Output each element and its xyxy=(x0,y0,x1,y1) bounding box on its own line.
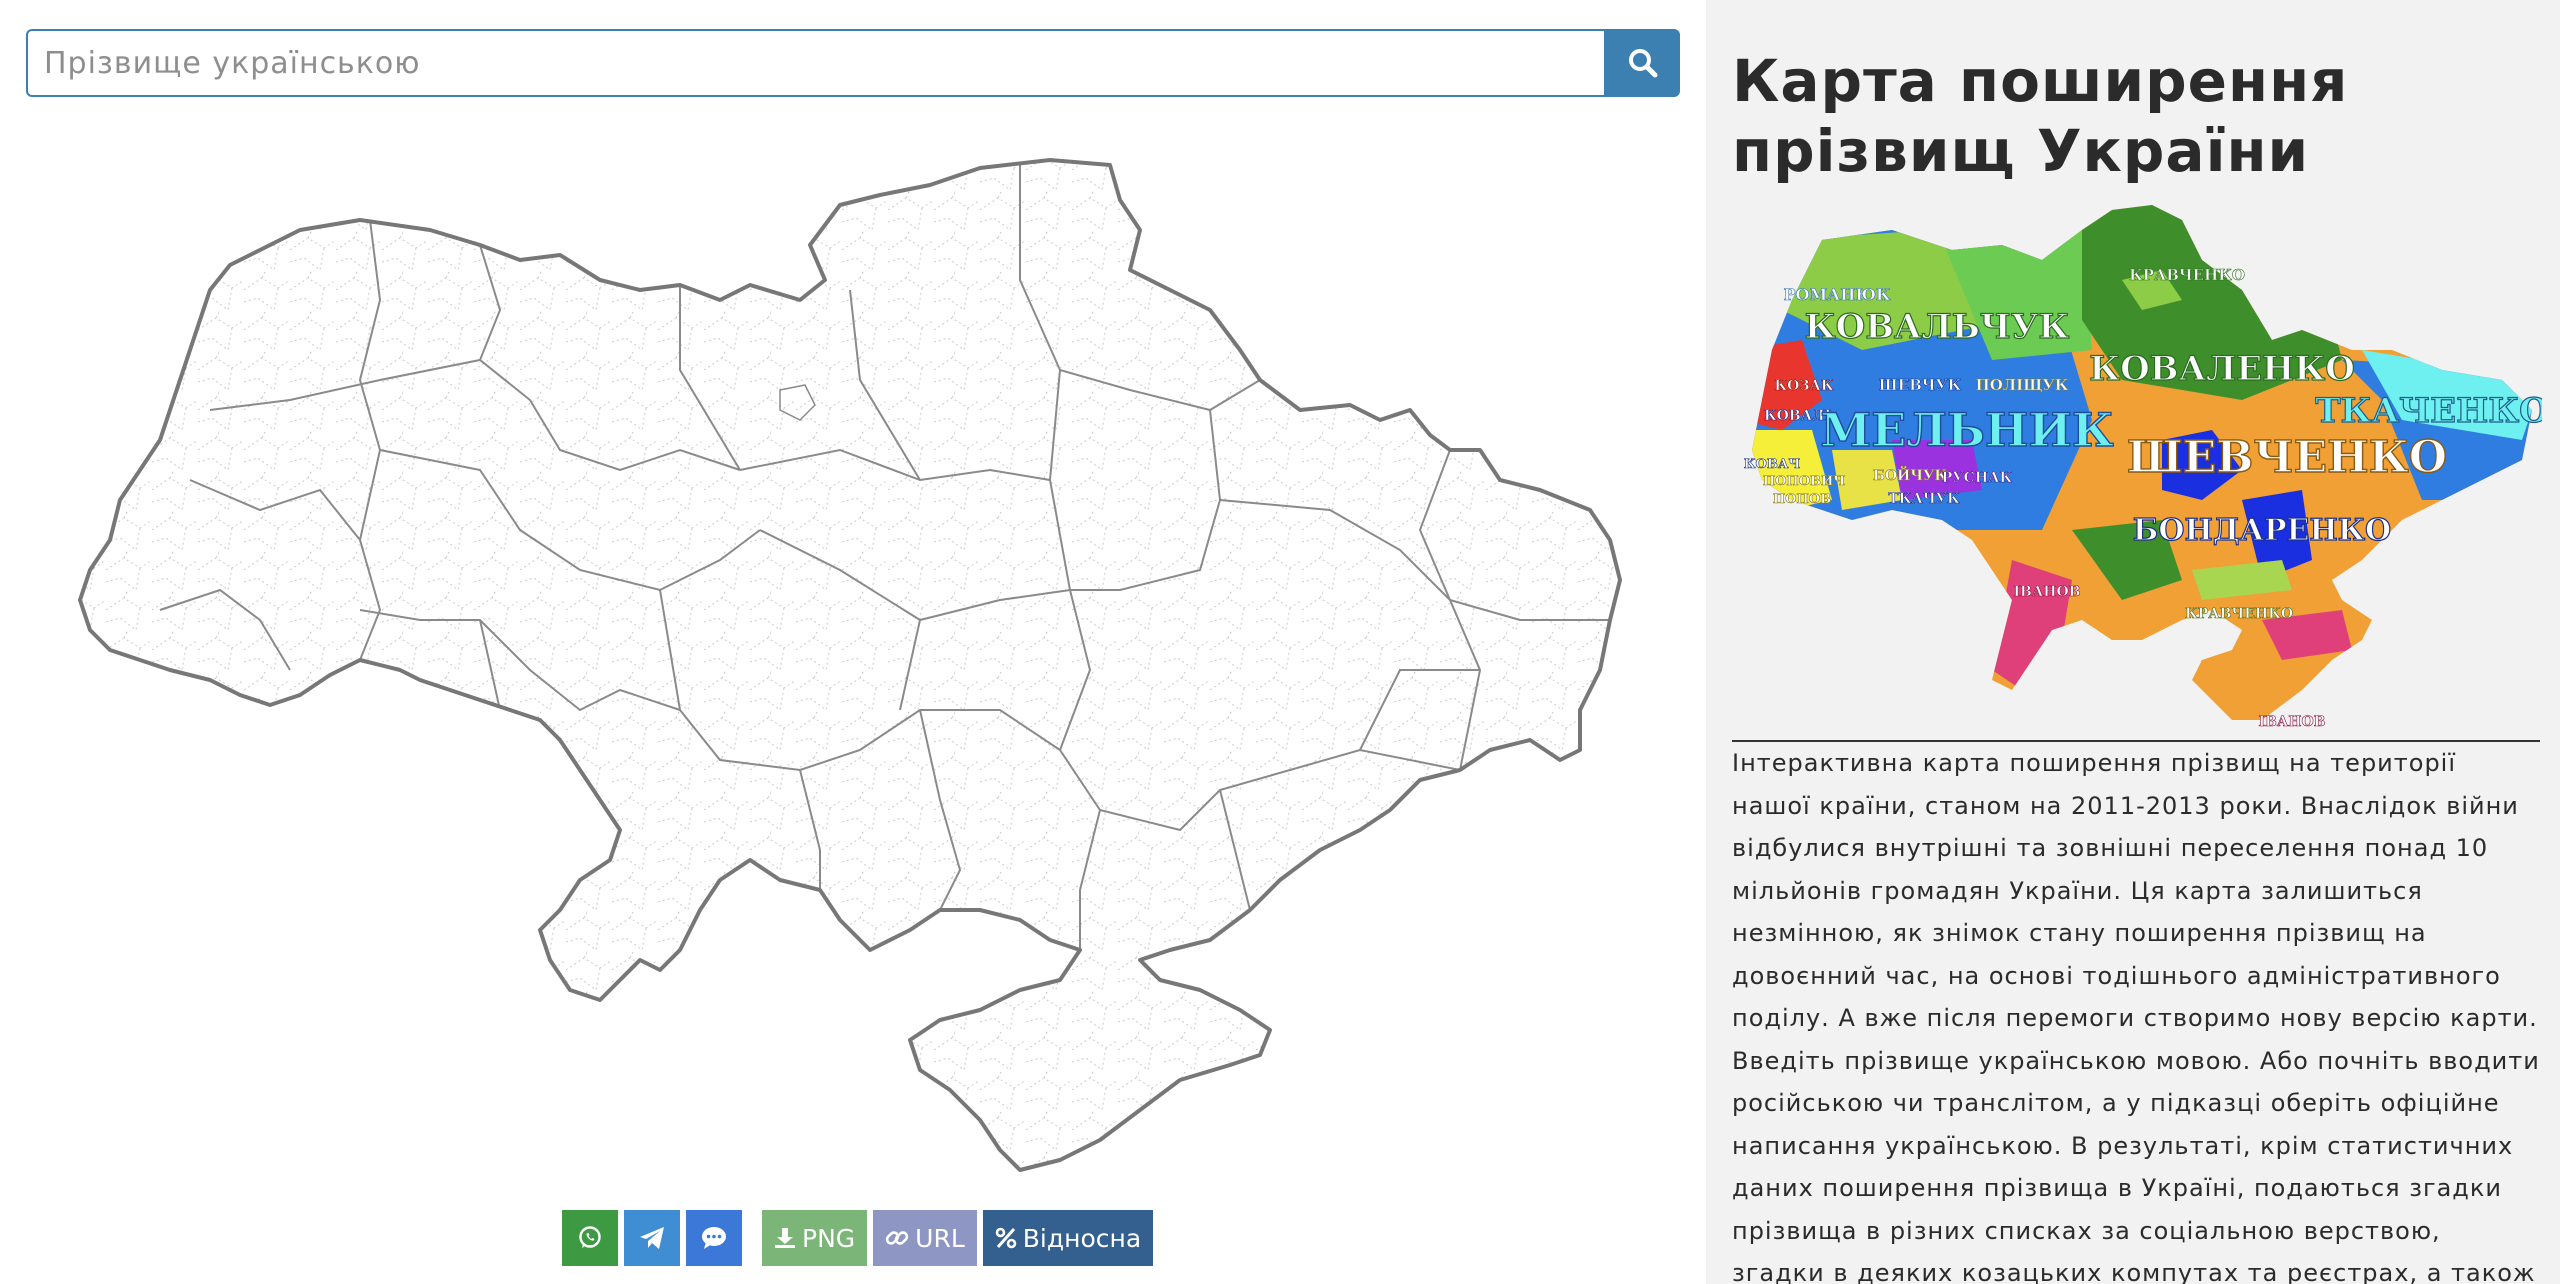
chat-icon xyxy=(702,1227,726,1249)
preview-label: КОВАЛЕНКО xyxy=(2089,349,2355,389)
preview-label: ПОПОВ xyxy=(1773,492,1831,507)
download-png-button[interactable]: PNG xyxy=(762,1210,868,1266)
preview-label: ПОЛІЩУК xyxy=(1976,376,2069,394)
percent-icon xyxy=(995,1227,1017,1249)
preview-label: ІВАНОВ xyxy=(2258,714,2325,730)
search-button[interactable] xyxy=(1606,29,1680,97)
preview-label: РОМАНЮК xyxy=(1784,285,1891,304)
telegram-share-button[interactable] xyxy=(624,1210,680,1266)
preview-label: ТКАЧЕНКО xyxy=(2315,391,2542,431)
download-icon xyxy=(775,1228,795,1248)
preview-label: КРАВЧЕНКО xyxy=(2129,266,2245,284)
preview-label: ТКАЧУК xyxy=(1888,491,1960,507)
copy-url-button[interactable]: URL xyxy=(873,1210,977,1266)
link-icon xyxy=(885,1231,909,1245)
preview-label: ШЕВЧЕНКО xyxy=(2127,432,2447,483)
preview-label: КОВАЛЬЧУК xyxy=(1805,307,2070,347)
url-label: URL xyxy=(915,1223,965,1253)
png-label: PNG xyxy=(802,1223,856,1253)
preview-label: ПОПОВИЧ xyxy=(1763,474,1845,489)
preview-label: МЕЛЬНИК xyxy=(1820,403,2114,457)
ukraine-map[interactable] xyxy=(60,150,1640,1200)
preview-label: БОЙЧУК xyxy=(1873,465,1948,484)
whatsapp-icon xyxy=(579,1226,601,1248)
share-toolbar: PNG URL Відносна xyxy=(562,1210,1154,1266)
surname-preview-map: РОМАНЮК КОВАЛЬЧУК КРАВЧЕНКО КОВАЛЕНКО КО… xyxy=(1743,205,2542,730)
messenger-share-button[interactable] xyxy=(686,1210,742,1266)
info-panel: Карта поширення прізвищ України РОМАНЮК … xyxy=(1706,0,2560,1284)
preview-label: ІВАНОВ xyxy=(2013,584,2080,600)
search-bar xyxy=(26,29,1680,97)
map-panel: PNG URL Відносна xyxy=(0,0,1706,1284)
telegram-icon xyxy=(640,1227,664,1249)
app-root: PNG URL Відносна Карта поширення прізвищ… xyxy=(0,0,2560,1284)
search-icon xyxy=(1629,49,1658,78)
relative-label: Відносна xyxy=(1022,1223,1142,1253)
oblast-borders xyxy=(80,160,1620,1170)
whatsapp-share-button[interactable] xyxy=(562,1210,618,1266)
preview-label: РУСНАК xyxy=(1942,470,2013,486)
preview-label: БОНДАРЕНКО xyxy=(2133,513,2391,548)
search-input[interactable] xyxy=(26,29,1606,97)
description-text: Інтерактивна карта поширення прізвищ на … xyxy=(1732,749,2540,1284)
preview-label: КРАВЧЕНКО xyxy=(2185,606,2293,622)
relative-mode-button[interactable]: Відносна xyxy=(982,1210,1154,1266)
page-title: Карта поширення прізвищ України xyxy=(1732,47,2349,185)
preview-label: КОЗАК xyxy=(1774,378,1833,394)
preview-label: ШЕВЧУК xyxy=(1879,376,1962,394)
preview-label: КОВАЧ xyxy=(1744,457,1801,472)
